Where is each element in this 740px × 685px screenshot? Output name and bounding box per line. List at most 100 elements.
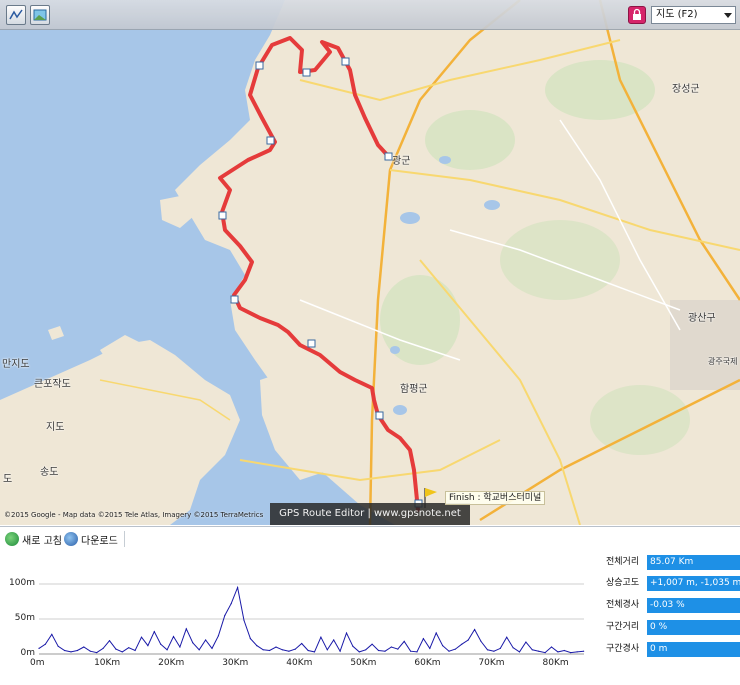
place-label-hampyeong: 함평군 [400, 384, 428, 395]
map-view[interactable]: 지도 (F2) 장성군 광군 함평군 광산구 광주국제 만지도 큰포작도 지도 … [0, 0, 740, 525]
download-button[interactable]: 다운로드 [64, 531, 118, 547]
elevation-point [480, 640, 482, 642]
y-tick-label: 100m [9, 578, 35, 588]
place-label-gwangju-international: 광주국제 [708, 357, 738, 366]
elevation-point [134, 649, 136, 652]
elevation-point [198, 649, 200, 651]
x-tick-label: 0m [30, 658, 45, 668]
stat-label: 구간경사 [606, 644, 640, 654]
x-tick-label: 80Km [542, 658, 569, 668]
toolbar-separator [124, 531, 125, 547]
elevation-point [301, 642, 303, 645]
elevation-point [89, 650, 91, 652]
elevation-point [448, 650, 450, 652]
place-label-songdo: 송도 [40, 467, 59, 478]
elevation-point [339, 650, 341, 652]
elevation-point [269, 649, 271, 652]
x-tick-label: 10Km [94, 658, 121, 668]
elevation-point [44, 643, 47, 645]
elevation-point [544, 652, 546, 654]
elevation-point [320, 636, 322, 638]
elevation-point [371, 643, 373, 645]
elevation-point [422, 638, 424, 640]
elevation-point [249, 638, 251, 640]
place-label-gwangsangu: 광산구 [688, 313, 716, 324]
refresh-button[interactable]: 새로 고침 [5, 531, 62, 547]
elevation-point [160, 643, 162, 645]
elevation-point [563, 649, 565, 652]
place-label-do: 도 [3, 474, 13, 485]
elevation-point [333, 639, 335, 641]
elevation-point [128, 647, 130, 649]
elevation-point [486, 649, 489, 651]
elevation-point [57, 645, 59, 647]
elevation-point [230, 603, 232, 605]
elevation-point [570, 652, 572, 654]
elevation-point [384, 650, 386, 652]
stat-label: 전체경사 [606, 600, 640, 610]
stat-value: 0 m [647, 642, 740, 657]
elevation-point [583, 650, 585, 652]
elevation-point [288, 650, 290, 652]
elevation-point [576, 651, 578, 653]
elevation-point [96, 652, 98, 654]
elevation-point [243, 619, 245, 621]
elevation-point [211, 647, 213, 649]
stat-value: 85.07 Km [647, 555, 740, 570]
x-tick-label: 20Km [158, 658, 185, 668]
elevation-point [403, 640, 405, 642]
elevation-point [256, 645, 258, 647]
elevation-point [70, 651, 72, 653]
elevation-profile-chart[interactable]: 0m 50m 100m 0m 10Km 20Km 30Km 40Km 50Km 60Km 70Km… [0, 550, 600, 685]
elevation-point [454, 648, 456, 650]
download-icon [64, 532, 78, 546]
elevation-point [512, 647, 514, 649]
elevation-point [140, 636, 143, 638]
stat-label: 구간거리 [606, 622, 640, 632]
stat-value: +1,007 m, -1,035 m [647, 576, 740, 591]
map-canvas[interactable] [0, 0, 740, 525]
elevation-point [461, 643, 463, 645]
elevation-point [205, 639, 207, 641]
elevation-point [538, 650, 540, 652]
place-label-yeonggwang: 광군 [392, 156, 411, 167]
x-tick-label: 40Km [286, 658, 313, 668]
elevation-point [506, 636, 508, 638]
map-type-select[interactable]: 지도 (F2) [651, 6, 736, 24]
elevation-point [410, 650, 412, 652]
elevation-point [192, 642, 194, 644]
elevation-point [147, 645, 149, 647]
map-attribution: ©2015 Google - Map data ©2015 Tele Atlas… [4, 511, 264, 519]
x-tick-label: 60Km [414, 658, 441, 668]
elevation-point [474, 628, 476, 631]
profile-toolbar: 새로 고침 다운로드 [0, 526, 740, 550]
lock-icon[interactable] [628, 6, 646, 24]
elevation-point [550, 646, 553, 648]
download-button-label: 다운로드 [81, 535, 118, 547]
elevation-point [493, 650, 495, 652]
elevation-point [172, 635, 175, 638]
elevation-point [121, 651, 123, 653]
elevation-point [531, 649, 533, 651]
elevation-point [313, 651, 316, 653]
stat-value: 0 % [647, 620, 740, 635]
map-image-toggle-icon[interactable] [30, 5, 50, 25]
elevation-point [326, 649, 328, 651]
elevation-point [166, 649, 168, 651]
place-label-manjido: 만지도 [2, 359, 30, 370]
x-tick-label: 70Km [478, 658, 505, 668]
elevation-point [38, 647, 40, 649]
y-tick-label: 50m [14, 613, 35, 623]
elevation-point [275, 646, 277, 648]
brand-banner: GPS Route Editor | www.gpsnote.net [270, 503, 470, 525]
refresh-icon [5, 532, 19, 546]
elevation-point [416, 651, 418, 653]
elevation-point [108, 640, 111, 642]
elevation-point [307, 649, 309, 652]
elevation-point [345, 632, 348, 634]
elevation-chart-toggle-icon[interactable] [6, 5, 26, 25]
map-type-select-value: 지도 (F2) [656, 9, 698, 20]
stat-row: 구간경사 0 m [600, 642, 740, 657]
elevation-point [185, 628, 187, 630]
stat-label: 전체거리 [606, 557, 640, 567]
